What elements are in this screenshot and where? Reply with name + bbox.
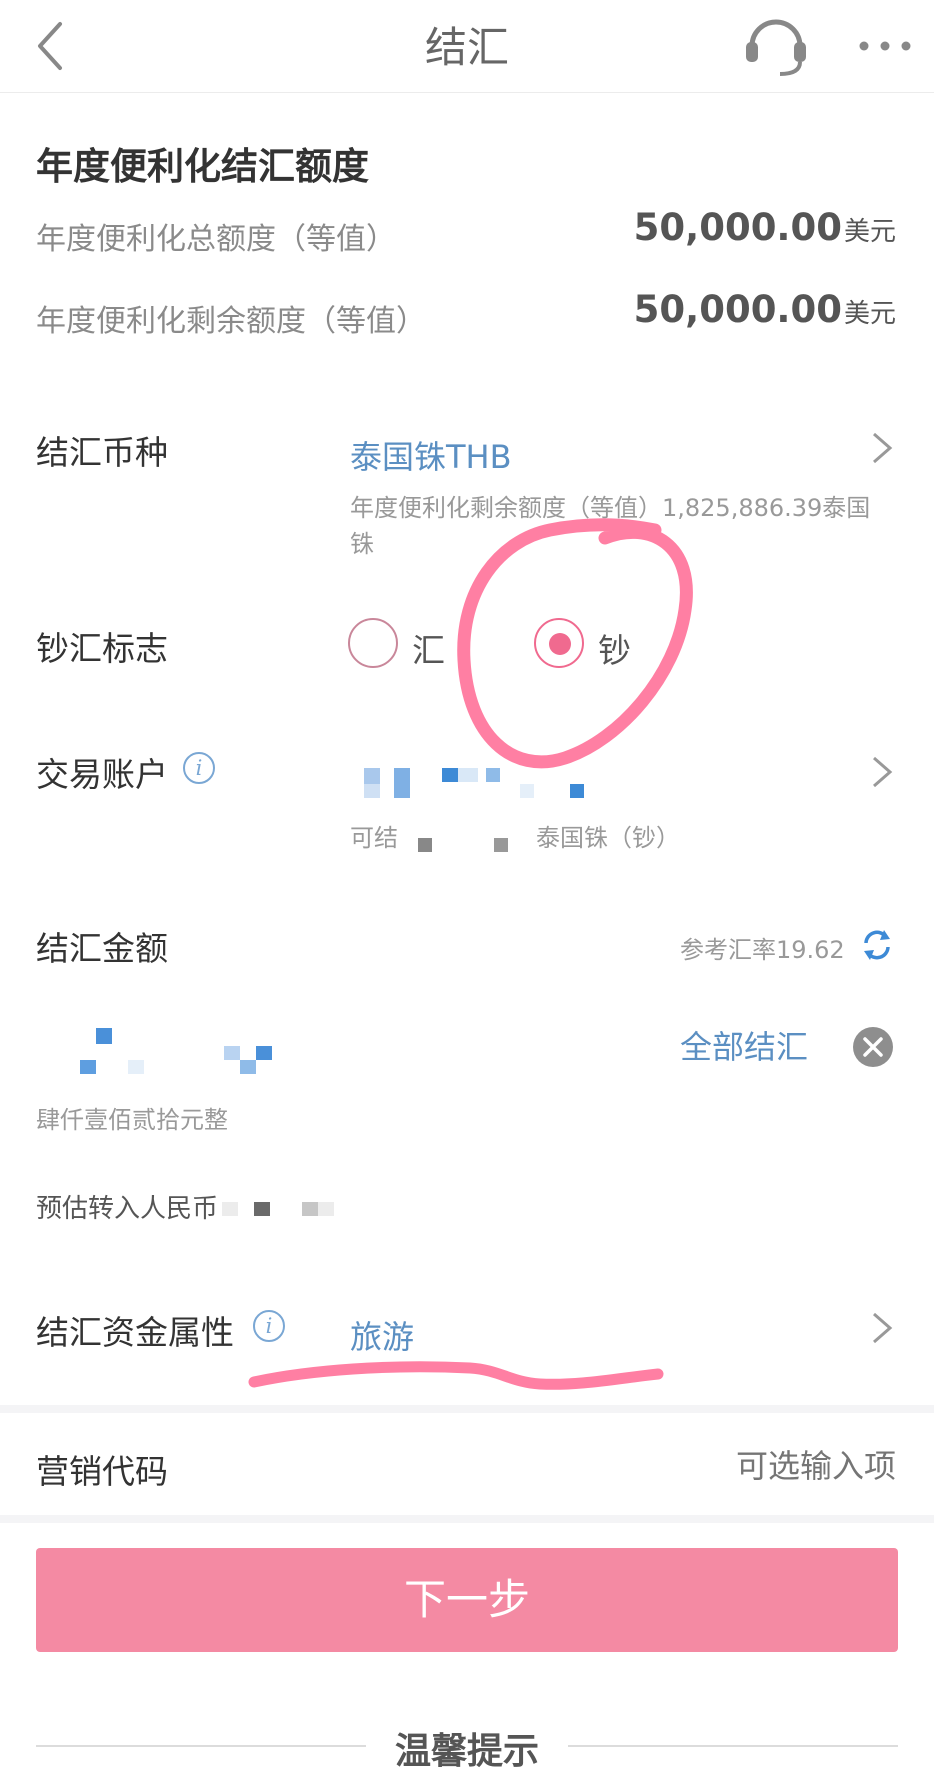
refresh-rate-icon[interactable] [858, 926, 896, 964]
hand-drawn-underline-annotation [248, 1361, 664, 1390]
clear-input-icon[interactable] [852, 1026, 894, 1068]
tips-title: 温馨提示 [394, 1731, 539, 1772]
account-label: 交易账户 [36, 755, 168, 794]
quota-section-title: 年度便利化结汇额度 [36, 145, 369, 188]
estimate-blurred-4 [318, 1202, 334, 1216]
cash-flag-label: 钞汇标志 [36, 629, 168, 668]
amount-in-words: 肆仟壹佰贰拾元整 [36, 1106, 228, 1134]
header-bar: 结汇 [0, 0, 934, 93]
estimate-blurred-2 [254, 1202, 270, 1216]
total-quota-value: 50,000.00 [633, 206, 842, 249]
account-info-icon[interactable]: i [183, 752, 215, 784]
promo-code-label: 营销代码 [36, 1452, 168, 1491]
currency-value[interactable]: 泰国铢THB [350, 432, 512, 478]
exchange-rate-text: 参考汇率19.62 [680, 936, 845, 964]
currency-chevron-icon[interactable] [866, 428, 896, 468]
estimated-rmb-label: 预估转入人民币 [36, 1194, 219, 1224]
amount-label: 结汇金额 [36, 929, 168, 968]
radio-remit[interactable] [348, 618, 398, 668]
currency-label: 结汇币种 [36, 433, 168, 472]
account-chevron-icon[interactable] [866, 752, 896, 792]
section-divider [0, 1405, 934, 1413]
account-number-blurred[interactable] [350, 760, 610, 805]
account-balance-blurred-2 [494, 838, 508, 852]
total-quota-amount: 50,000.00美元 [634, 206, 896, 249]
remaining-quota-label: 年度便利化剩余额度（等值） [36, 304, 426, 339]
settle-all-button[interactable]: 全部结汇 [680, 1022, 808, 1068]
remaining-quota-unit: 美元 [843, 299, 896, 329]
fund-attr-info-icon[interactable]: i [253, 1310, 285, 1342]
hand-drawn-circle-annotation [457, 518, 693, 769]
promo-code-input[interactable] [514, 1440, 898, 1492]
fund-attr-label: 结汇资金属性 [36, 1313, 234, 1352]
total-quota-label: 年度便利化总额度（等值） [36, 222, 396, 257]
amount-input-blurred[interactable] [60, 1020, 300, 1076]
account-balance-blurred-1 [418, 838, 432, 852]
account-balance-suffix: 泰国铢（钞） [536, 824, 680, 852]
more-icon[interactable] [850, 14, 920, 78]
total-quota-unit: 美元 [843, 217, 896, 247]
account-balance-prefix: 可结 [350, 824, 398, 852]
remaining-quota-value: 50,000.00 [633, 288, 842, 331]
next-step-button[interactable]: 下一步 [36, 1548, 898, 1652]
fund-attr-chevron-icon[interactable] [866, 1308, 896, 1348]
customer-service-icon[interactable] [736, 6, 816, 86]
remaining-quota-amount: 50,000.00美元 [634, 288, 896, 331]
estimate-blurred-1 [222, 1202, 238, 1216]
section-divider-2 [0, 1515, 934, 1523]
estimate-blurred-3 [302, 1202, 318, 1216]
